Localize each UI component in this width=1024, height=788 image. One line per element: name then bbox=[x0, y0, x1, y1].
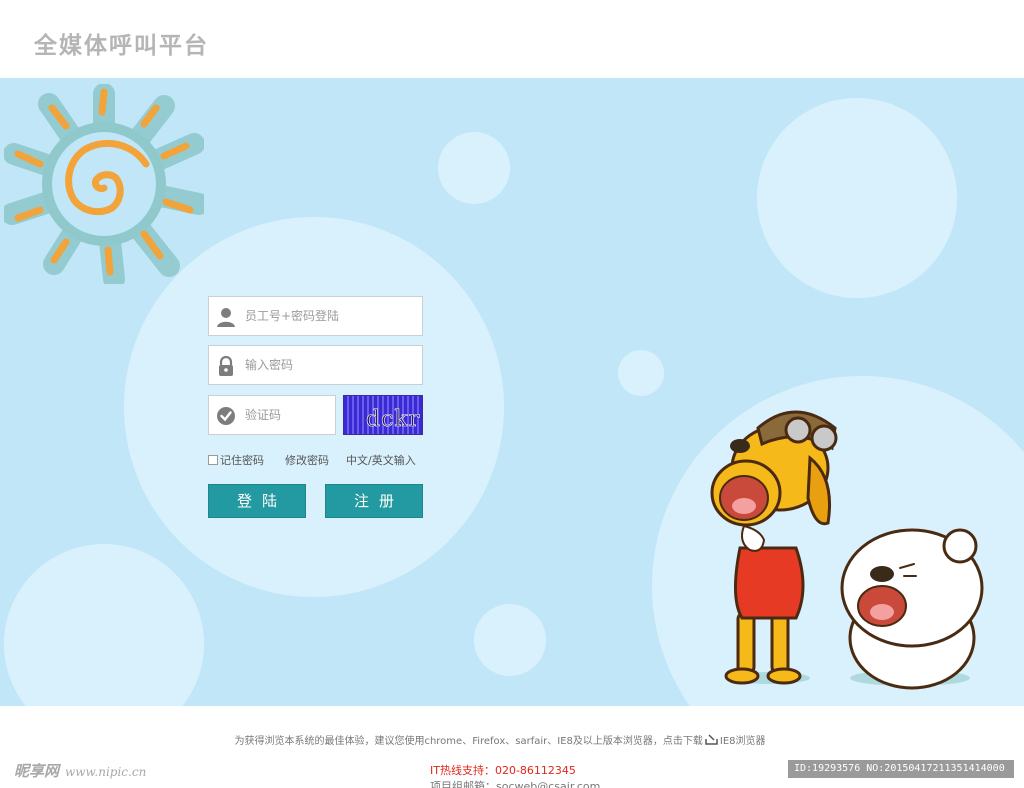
it-hotline: IT热线支持：020-86112345 bbox=[430, 764, 576, 777]
mascot-illustration bbox=[710, 410, 984, 690]
captcha-image[interactable]: dckr bbox=[343, 395, 423, 435]
change-password-link[interactable]: 修改密码 bbox=[285, 452, 329, 468]
captcha-text: dckr bbox=[366, 407, 420, 432]
app-title: 全媒体呼叫平台 bbox=[34, 33, 209, 59]
register-button[interactable]: 注册 bbox=[325, 484, 423, 518]
lock-icon bbox=[219, 355, 233, 376]
username-input[interactable] bbox=[245, 297, 415, 335]
browser-notice: 为获得浏览本系统的最佳体验，建议您使用chrome、Firefox、sarfai… bbox=[0, 732, 1000, 747]
bg-bubble bbox=[474, 604, 546, 676]
bg-bubble bbox=[438, 132, 510, 204]
login-area: dckr 记住密码 修改密码 中文/英文输入 登陆 注册 bbox=[0, 78, 1024, 706]
bg-bubble bbox=[757, 98, 957, 298]
login-button[interactable]: 登陆 bbox=[208, 484, 306, 518]
captcha-field[interactable] bbox=[208, 395, 336, 435]
password-field[interactable] bbox=[208, 345, 423, 385]
watermark-brand: 昵享网 bbox=[14, 762, 60, 780]
bg-bubble bbox=[618, 350, 664, 396]
watermark-right: ID:19293576 NO:20150417211351414000 bbox=[788, 760, 1014, 778]
sun-illustration bbox=[4, 84, 204, 284]
bg-bubble bbox=[4, 544, 204, 706]
watermark-url: www.nipic.cn bbox=[65, 765, 147, 779]
watermark-left: 昵享网 www.nipic.cn bbox=[14, 760, 146, 781]
language-toggle-link[interactable]: 中文/英文输入 bbox=[346, 452, 416, 468]
username-field[interactable] bbox=[208, 296, 423, 336]
ie8-download-link[interactable]: IE8浏览器 bbox=[720, 736, 766, 747]
remember-label: 记住密码 bbox=[220, 454, 264, 467]
browser-notice-text: 为获得浏览本系统的最佳体验，建议您使用chrome、Firefox、sarfai… bbox=[234, 736, 703, 747]
user-icon bbox=[217, 308, 235, 327]
project-mailbox: 项目组邮箱：socweb@csair.com bbox=[430, 780, 601, 788]
remember-checkbox[interactable] bbox=[208, 455, 218, 465]
download-icon[interactable] bbox=[705, 734, 718, 745]
captcha-input[interactable] bbox=[245, 396, 329, 434]
remember-password[interactable]: 记住密码 bbox=[208, 452, 264, 468]
password-input[interactable] bbox=[245, 346, 415, 384]
header: 全媒体呼叫平台 bbox=[0, 0, 1024, 78]
footer: 为获得浏览本系统的最佳体验，建议您使用chrome、Firefox、sarfai… bbox=[0, 706, 1024, 788]
login-options: 记住密码 修改密码 中文/英文输入 bbox=[208, 452, 428, 470]
check-icon bbox=[217, 407, 235, 425]
